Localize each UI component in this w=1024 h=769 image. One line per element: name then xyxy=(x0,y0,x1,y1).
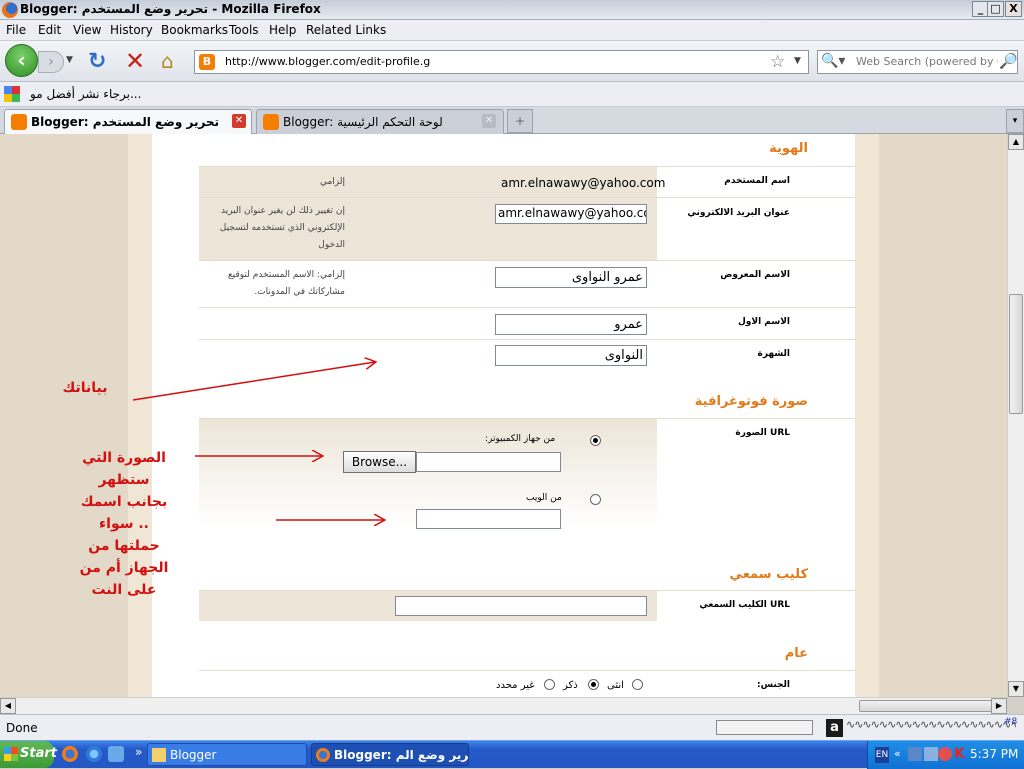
close-tab-icon[interactable]: ✕ xyxy=(232,114,246,128)
scroll-up-icon[interactable]: ▲ xyxy=(1008,134,1024,150)
windows-flag-icon xyxy=(4,747,18,761)
status-bar: Done a ∿∿∿∿∿∿∿∿∿∿∿∿∿∿∿∿∿∿∿∿∿∿∿ #8 xyxy=(0,714,1024,740)
menu-view[interactable]: View xyxy=(73,23,101,37)
antivirus-icon[interactable] xyxy=(938,747,952,761)
home-icon[interactable]: ⌂ xyxy=(161,49,174,73)
url-bar[interactable]: B http://www.blogger.com/edit-profile.g … xyxy=(194,50,809,74)
search-go-icon[interactable]: 🔎 xyxy=(999,52,1018,70)
menu-edit[interactable]: Edit xyxy=(38,23,61,37)
tab-dashboard[interactable]: Blogger: لوحة التحكم الرئيسية ✕ xyxy=(256,109,504,134)
taskbar-item-firefox[interactable]: Blogger: تحرير وضع الم... xyxy=(311,743,469,766)
horizontal-scrollbar[interactable]: ◀ ▶ xyxy=(0,697,1007,714)
web-search-box[interactable]: 🔍▾ Web Search (powered by Goo 🔎 xyxy=(817,50,1018,74)
menu-tools[interactable]: Tools xyxy=(229,23,259,37)
page-counter: #8 xyxy=(1004,717,1018,727)
tab-bar: Blogger: تحرير وضع المستخدم ✕ Blogger: ل… xyxy=(0,107,1024,134)
annotation-your-data: بياناتك xyxy=(62,380,108,396)
folder-icon xyxy=(152,748,166,762)
ie-quicklaunch-icon[interactable] xyxy=(86,746,102,762)
firefox-icon xyxy=(2,2,18,18)
progress-box xyxy=(716,720,813,735)
close-window-button[interactable]: X xyxy=(1005,1,1022,17)
vertical-scroll-thumb[interactable] xyxy=(1009,294,1023,414)
navigation-toolbar: ‹ › ▼ ↻ ✕ ⌂ B http://www.blogger.com/edi… xyxy=(0,41,1024,82)
menu-file[interactable]: File xyxy=(6,23,26,37)
status-text: Done xyxy=(6,721,38,735)
close-tab-icon[interactable]: ✕ xyxy=(482,114,496,128)
bookmark-star-icon[interactable]: ☆ xyxy=(770,52,785,72)
waveform-icon: ∿∿∿∿∿∿∿∿∿∿∿∿∿∿∿∿∿∿∿∿∿∿∿ xyxy=(846,718,1016,731)
search-engine-icon[interactable]: 🔍▾ xyxy=(821,53,845,69)
language-indicator[interactable]: EN xyxy=(875,747,889,763)
url-text[interactable]: http://www.blogger.com/edit-profile.g xyxy=(225,55,430,68)
scroll-right-icon[interactable]: ▶ xyxy=(991,698,1007,714)
stop-icon[interactable]: ✕ xyxy=(125,47,145,75)
annotation-photo-note: الصورة التي ستظهر بجانب اسمك .. سواء حمل… xyxy=(79,450,169,598)
scroll-left-icon[interactable]: ◀ xyxy=(0,698,16,714)
monitor-icon[interactable] xyxy=(924,747,938,761)
addon-icon[interactable]: a xyxy=(826,719,843,737)
back-arrow-icon[interactable]: ‹ xyxy=(5,44,38,77)
window-titlebar: Blogger: تحرير وضع المستخدم - Mozilla Fi… xyxy=(0,0,1024,20)
taskbar-item-label: Blogger: تحرير وضع الم... xyxy=(334,748,469,762)
reload-icon[interactable]: ↻ xyxy=(88,49,106,74)
menu-help[interactable]: Help xyxy=(269,23,296,37)
menu-related-links[interactable]: Related Links xyxy=(306,23,386,37)
maximize-button[interactable]: □ xyxy=(987,1,1004,17)
menu-bookmarks[interactable]: Bookmarks xyxy=(161,23,228,37)
menu-bar: File Edit View History Bookmarks Tools H… xyxy=(0,20,1024,41)
page-viewport: الهوية اسم المستخدم amr.elnawawy@yahoo.c… xyxy=(0,134,1007,697)
windows-taskbar: Start » Blogger Blogger: تحرير وضع الم..… xyxy=(0,740,1024,769)
system-tray: EN « K 5:37 PM xyxy=(867,741,1024,769)
taskbar-item-label: Blogger xyxy=(170,748,217,762)
taskbar-item-folder[interactable]: Blogger xyxy=(147,743,307,766)
start-button[interactable]: Start xyxy=(0,741,57,768)
clock: 5:37 PM xyxy=(970,747,1019,761)
google-icon[interactable] xyxy=(4,86,20,102)
url-dropdown-icon[interactable]: ▼ xyxy=(794,56,801,66)
firefox-quicklaunch-icon[interactable] xyxy=(62,746,78,762)
window-title: Blogger: تحرير وضع المستخدم - Mozilla Fi… xyxy=(20,2,321,16)
blogger-favicon-icon: B xyxy=(199,54,215,70)
blogger-tab-icon xyxy=(11,114,27,130)
desktop-quicklaunch-icon[interactable] xyxy=(108,746,124,762)
blogger-tab-icon xyxy=(263,114,279,130)
tab-label: Blogger: لوحة التحكم الرئيسية xyxy=(283,115,443,129)
tab-label: Blogger: تحرير وضع المستخدم xyxy=(31,115,220,129)
tray-expand-icon[interactable]: « xyxy=(894,747,901,760)
tab-list-button[interactable]: ▾ xyxy=(1006,109,1024,133)
annotation-arrows xyxy=(132,134,1007,697)
tab-edit-profile[interactable]: Blogger: تحرير وضع المستخدم ✕ xyxy=(4,109,252,134)
search-placeholder[interactable]: Web Search (powered by Goo xyxy=(856,55,998,68)
bookmarks-toolbar: برجاء نشر أفضل مو... xyxy=(0,82,1024,107)
vertical-scrollbar[interactable]: ▲ ▼ xyxy=(1007,134,1024,697)
start-label: Start xyxy=(20,746,57,761)
history-dropdown-icon[interactable]: ▼ xyxy=(66,55,73,65)
k-app-icon[interactable]: K xyxy=(954,747,968,761)
horizontal-scroll-thumb[interactable] xyxy=(859,700,992,712)
scroll-down-icon[interactable]: ▼ xyxy=(1008,681,1024,697)
forward-arrow-icon[interactable]: › xyxy=(38,51,64,73)
network-icon[interactable] xyxy=(908,747,922,761)
firefox-icon xyxy=(316,748,330,762)
arrow-to-name-fields xyxy=(132,362,375,401)
bookmark-item[interactable]: برجاء نشر أفضل مو... xyxy=(30,87,141,101)
menu-history[interactable]: History xyxy=(110,23,153,37)
quicklaunch-more-icon[interactable]: » xyxy=(135,745,142,759)
new-tab-button[interactable]: + xyxy=(507,109,533,133)
